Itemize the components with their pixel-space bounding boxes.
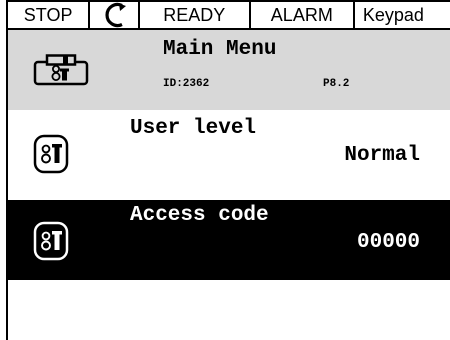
keypad-display: STOP READY ALARM Keypad Main Menu ID:236… [0, 0, 450, 340]
drive-icon [33, 221, 69, 266]
parameter-number: P8.2 [323, 78, 350, 90]
status-bar: STOP READY ALARM Keypad [6, 0, 450, 30]
control-place-indicator: Keypad [354, 0, 450, 30]
page-title: Main Menu [163, 38, 277, 61]
menu-item-label: User level [130, 117, 257, 140]
menu-item-value: Normal [344, 144, 420, 167]
stop-indicator: STOP [8, 0, 91, 30]
rotation-direction-indicator [90, 0, 140, 30]
drive-icon [33, 134, 69, 179]
menu-item-label: Access code [130, 204, 269, 227]
menu-item-value: 00000 [356, 231, 420, 254]
ready-indicator: READY [139, 0, 251, 30]
menu-header: Main Menu ID:2362 P8.2 [8, 30, 450, 110]
counterclockwise-arrow-icon [105, 2, 127, 28]
menu-item-user-level[interactable]: User level Normal [8, 113, 450, 193]
menu-item-access-code[interactable]: Access code 00000 [8, 200, 450, 280]
drive-icon [33, 54, 89, 91]
parameter-id: ID:2362 [163, 78, 210, 90]
alarm-indicator: ALARM [250, 0, 355, 30]
